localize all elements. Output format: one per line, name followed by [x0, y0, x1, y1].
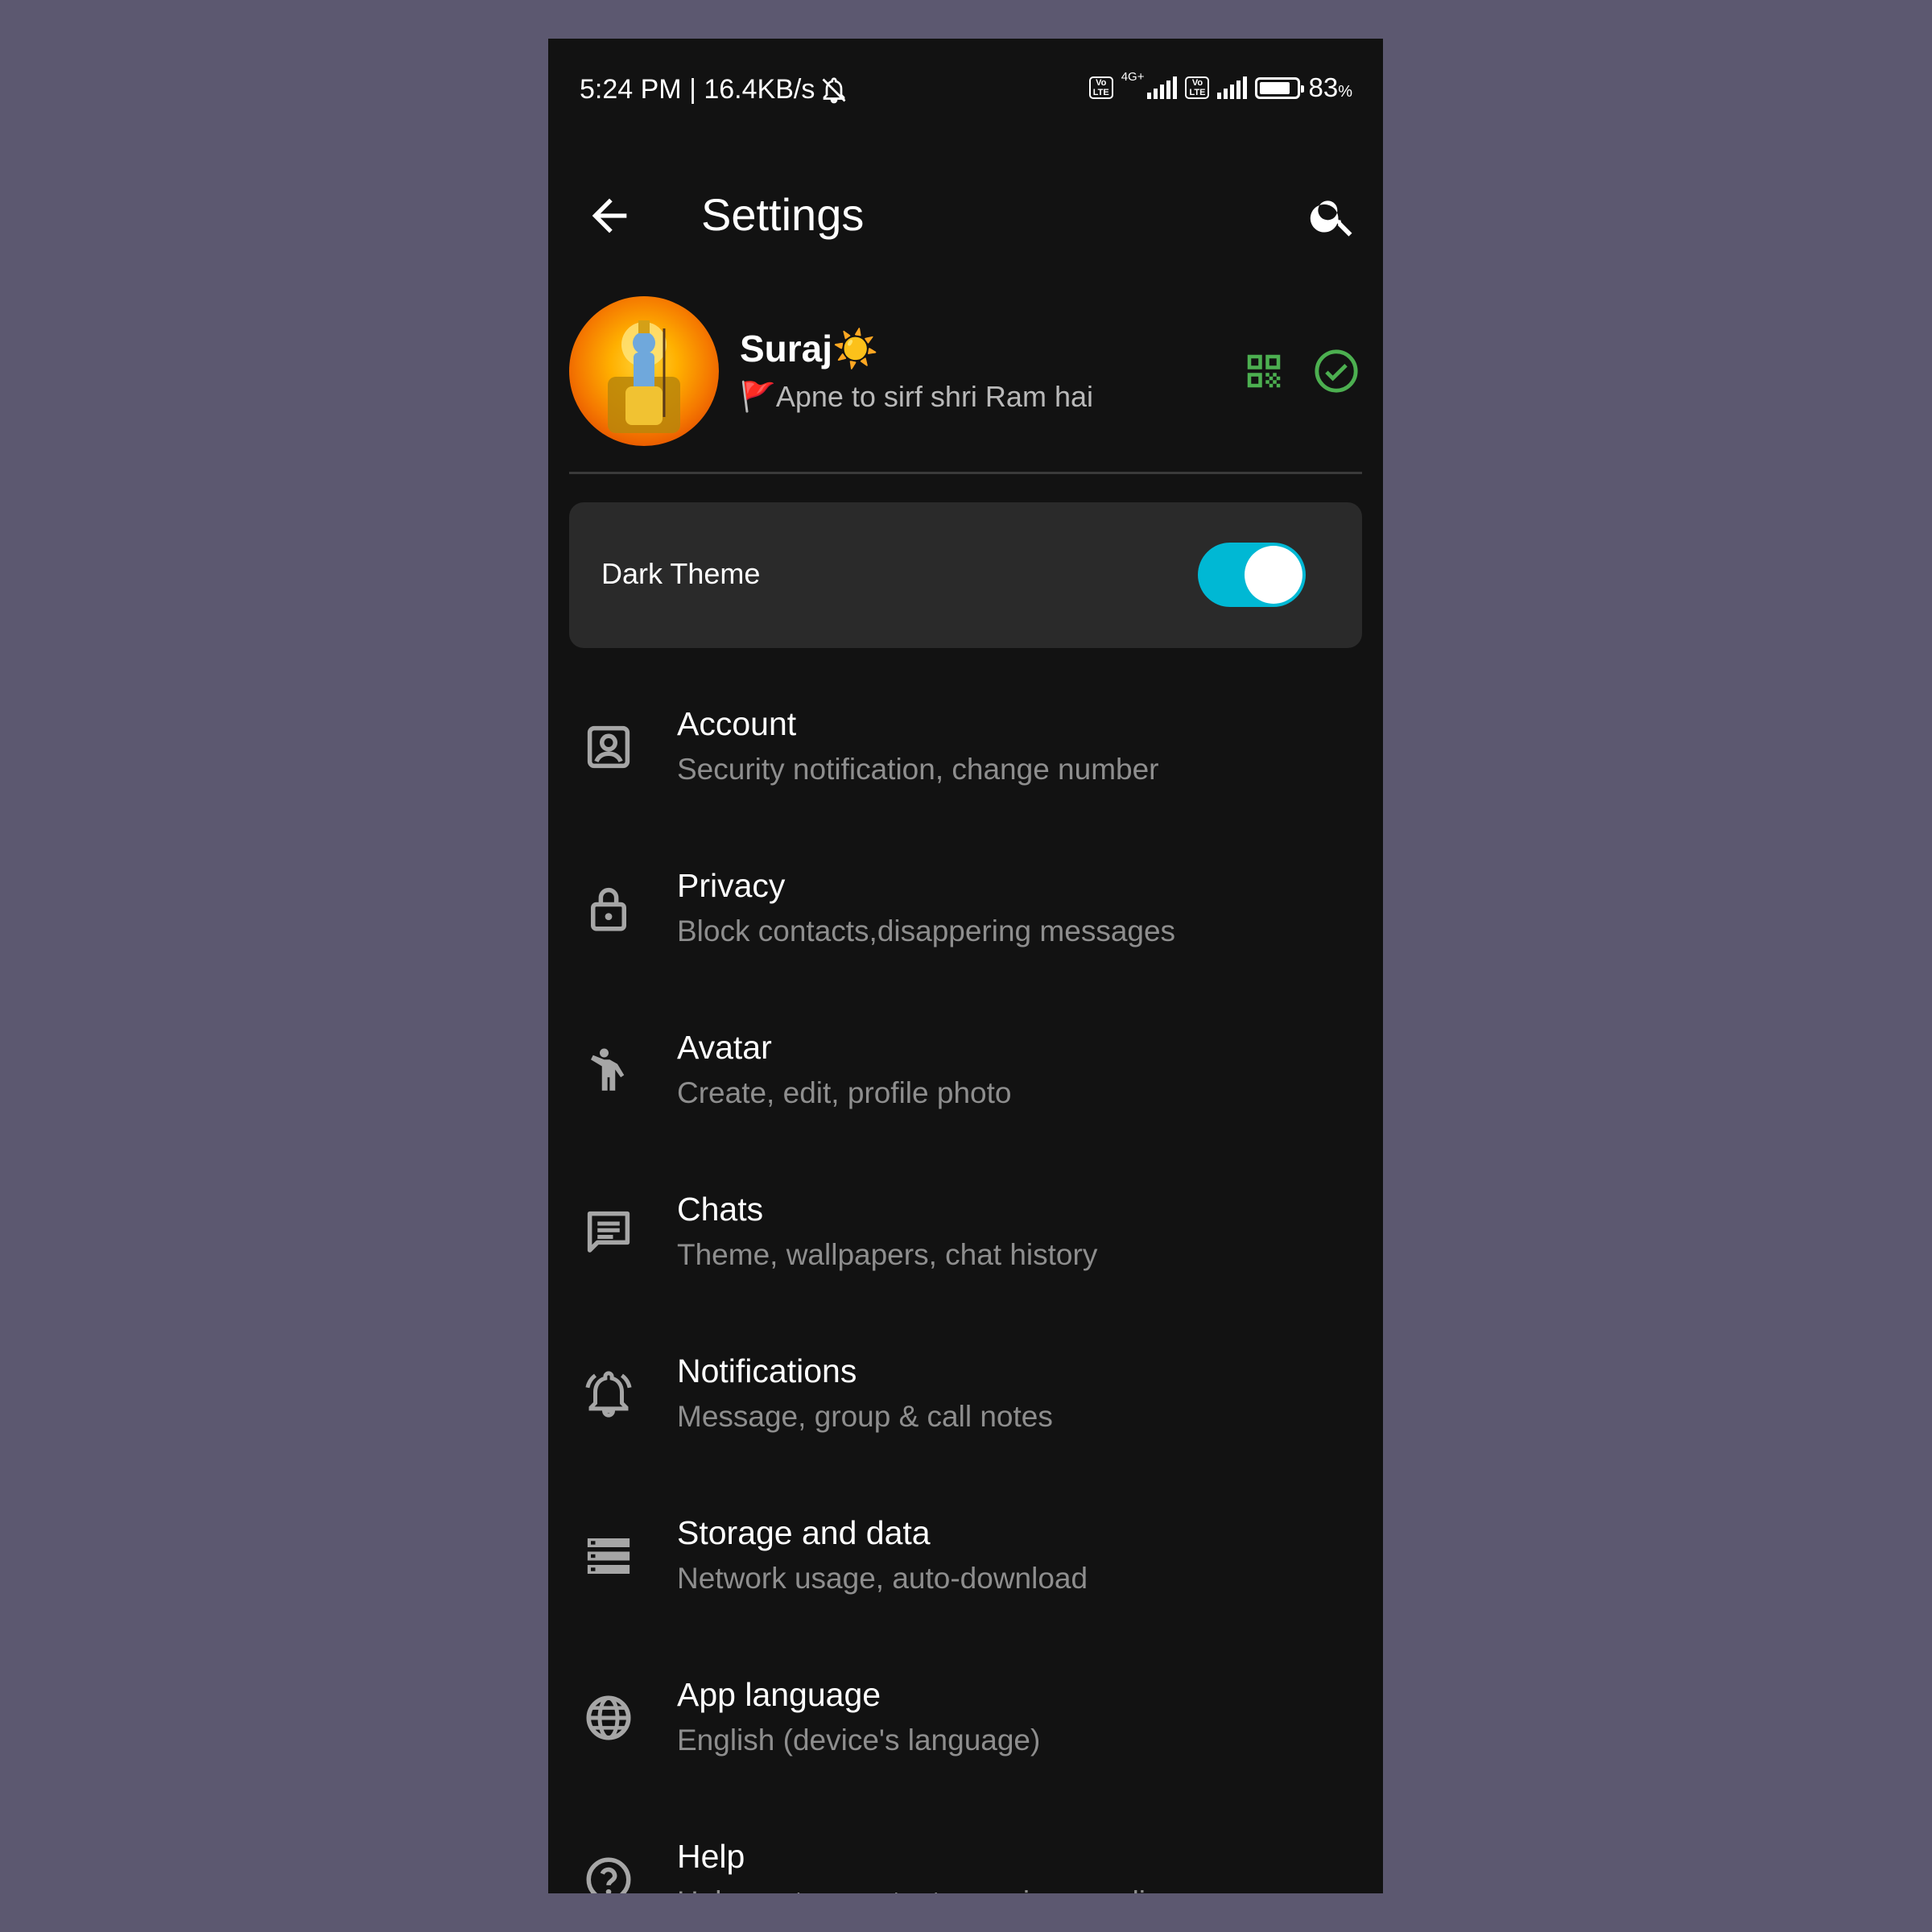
account-box-icon — [587, 725, 630, 769]
setting-subtitle: Theme, wallpapers, chat history — [677, 1238, 1098, 1271]
setting-subtitle: Create, edit, profile photo — [677, 1076, 1012, 1109]
check-circle-icon — [1315, 349, 1358, 393]
battery-percent: 83% — [1308, 72, 1352, 102]
battery-icon — [1255, 76, 1305, 99]
setting-subtitle: English (device's language) — [677, 1724, 1041, 1757]
profile-photo — [608, 320, 680, 433]
profile-status: 🚩Apne to sirf shri Ram hai — [740, 380, 1093, 413]
setting-title: Privacy — [677, 867, 786, 904]
qr-code-icon — [1247, 354, 1281, 388]
profile-name: Suraj☀️ — [740, 328, 879, 369]
person-wave-icon — [591, 1048, 625, 1091]
lock-icon — [591, 887, 626, 931]
setting-item-notifications[interactable]: Notifications Message, group & call note… — [548, 1330, 1383, 1475]
status-left: 5:24 PM | 16.4KB/s — [580, 74, 848, 105]
setting-item-storage[interactable]: Storage and data Network usage, auto-dow… — [548, 1492, 1383, 1637]
setting-title: Notifications — [677, 1352, 857, 1389]
setting-item-avatar[interactable]: Avatar Create, edit, profile photo — [548, 1006, 1383, 1151]
setting-subtitle: Help center, contact us, privacy policy — [677, 1885, 1175, 1893]
status-time: 5:24 PM | 16.4KB/s — [580, 74, 815, 105]
setting-title: Storage and data — [677, 1514, 931, 1551]
setting-subtitle: Message, group & call notes — [677, 1400, 1053, 1433]
signal-icon — [1147, 76, 1178, 99]
storage-icon — [587, 1538, 630, 1574]
setting-title: App language — [677, 1676, 881, 1713]
search-button[interactable] — [1307, 190, 1359, 242]
setting-item-account[interactable]: Account Security notification, change nu… — [548, 683, 1383, 828]
setting-subtitle: Security notification, change number — [677, 753, 1159, 786]
page-title: Settings — [701, 189, 865, 240]
setting-title: Account — [677, 705, 797, 742]
volte-icon: Vo LTE — [1088, 76, 1113, 99]
help-icon — [586, 1857, 631, 1893]
back-button[interactable] — [584, 190, 635, 242]
avatar[interactable] — [569, 296, 719, 446]
phone-screen: 5:24 PM | 16.4KB/s Vo LTE 4G+ Vo LTE 83% — [548, 39, 1383, 1893]
check-circle-button[interactable] — [1313, 348, 1360, 394]
dark-theme-toggle[interactable] — [1198, 543, 1306, 607]
battery-level — [1260, 81, 1290, 94]
network-type: 4G+ — [1121, 69, 1145, 84]
setting-item-app-language[interactable]: App language English (device's language) — [548, 1653, 1383, 1798]
setting-subtitle: Block contacts,disappering messages — [677, 914, 1176, 947]
search-icon — [1310, 200, 1352, 237]
globe-icon — [586, 1695, 631, 1740]
dark-theme-card: Dark Theme — [569, 502, 1362, 648]
setting-title: Help — [677, 1838, 745, 1875]
divider — [569, 472, 1362, 474]
status-right: Vo LTE 4G+ Vo LTE 83% — [1088, 69, 1352, 103]
signal-icon-2 — [1217, 76, 1248, 99]
setting-title: Avatar — [677, 1029, 772, 1066]
setting-subtitle: Network usage, auto-download — [677, 1562, 1088, 1595]
setting-item-help[interactable]: Help Help center, contact us, privacy po… — [548, 1815, 1383, 1893]
dark-theme-label: Dark Theme — [601, 557, 761, 590]
setting-item-privacy[interactable]: Privacy Block contacts,disappering messa… — [548, 844, 1383, 989]
chat-icon — [587, 1211, 630, 1253]
bell-off-icon — [822, 76, 846, 103]
status-bar: 5:24 PM | 16.4KB/s Vo LTE 4G+ Vo LTE 83% — [548, 39, 1383, 140]
arrow-back-icon — [592, 198, 627, 233]
setting-item-chats[interactable]: Chats Theme, wallpapers, chat history — [548, 1168, 1383, 1313]
setting-title: Chats — [677, 1191, 764, 1228]
profile-section[interactable]: Suraj☀️ 🚩Apne to sirf shri Ram hai — [548, 254, 1383, 446]
notification-bell-icon — [585, 1371, 632, 1418]
volte-icon-2: Vo LTE — [1185, 76, 1210, 99]
toggle-knob — [1245, 546, 1302, 604]
qr-code-button[interactable] — [1242, 349, 1286, 393]
